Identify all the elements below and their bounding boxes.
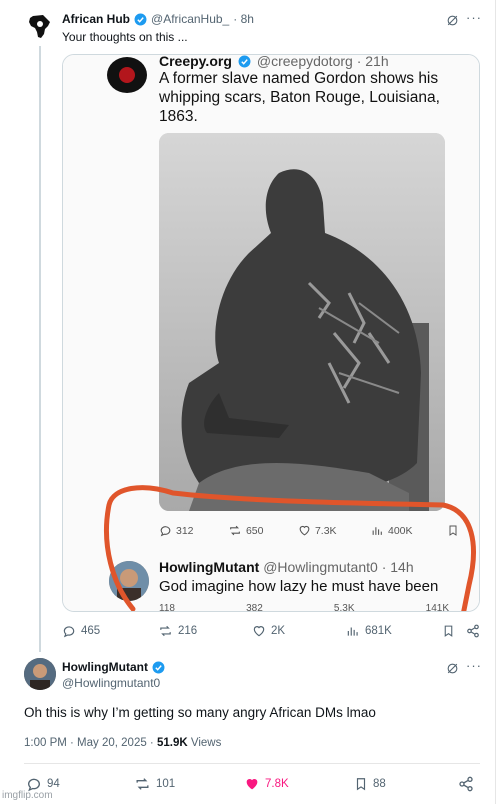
embedded-image[interactable]: Creepy.org @creepydotorg · 21h A former …	[62, 54, 480, 612]
reply-like-count: 5.3K	[333, 603, 355, 612]
quoted-views: 400K	[371, 524, 413, 537]
timestamp[interactable]: 1:00 PM · May 20, 2025 ·	[24, 737, 154, 749]
views-icon	[372, 527, 382, 535]
like-count: 7.8K	[265, 778, 289, 790]
share-button[interactable]	[466, 624, 480, 638]
quoted-header: Creepy.org @creepydotorg · 21h	[159, 54, 389, 69]
thread-connector	[39, 46, 41, 652]
reply-icon	[160, 526, 171, 537]
verified-badge-icon	[134, 13, 147, 25]
display-name[interactable]: HowlingMutant	[62, 660, 148, 674]
reply-count: 465	[81, 625, 101, 637]
share-icon	[467, 624, 479, 638]
bookmark-icon	[449, 525, 457, 536]
bookmark-icon	[356, 778, 366, 791]
repost-button[interactable]: 216	[158, 624, 197, 638]
like-button[interactable]: 2K	[252, 624, 285, 638]
repost-button[interactable]: 101	[134, 776, 175, 792]
watermark: imgflip.com	[2, 790, 53, 801]
africa-logo-icon	[29, 15, 50, 38]
bookmark-count: 88	[373, 778, 386, 790]
timestamp[interactable]: · 8h	[233, 12, 254, 26]
divider	[24, 763, 480, 764]
quoted-repost-count: 650	[245, 524, 264, 537]
handle[interactable]: @AfricanHub_	[151, 12, 229, 26]
quoted-repost: 650	[228, 524, 264, 537]
quoted-like-count: 7.3K	[314, 524, 337, 537]
views-count: 51.9K	[156, 737, 188, 749]
share-icon	[459, 776, 473, 792]
more-options-icon[interactable]: ···	[466, 658, 482, 673]
quoted-action-bar: 312 650 7.3K 400K	[159, 524, 459, 537]
repost-count: 101	[156, 778, 176, 790]
heart-icon	[299, 525, 310, 536]
repost-count: 216	[178, 625, 198, 637]
quoted-reply: 312	[159, 524, 194, 537]
quoted-avatar-mark	[119, 67, 135, 83]
bookmark-icon	[444, 625, 453, 637]
like-count: 2K	[271, 625, 286, 637]
bookmark-button[interactable]	[442, 624, 455, 638]
tweet-header: HowlingMutant	[62, 660, 165, 674]
reply-repost-count: 382	[246, 603, 263, 612]
reply-text: God imagine how lazy he must have been	[159, 578, 439, 595]
repost-icon	[160, 625, 171, 637]
reply-action-bar: 118 382 5.3K 141K	[159, 603, 449, 612]
views-count: 681K	[365, 625, 392, 637]
quoted-account-handle: @creepydotorg · 21h	[256, 54, 389, 69]
reply-reply-count: 118	[159, 603, 175, 612]
repost-icon	[136, 778, 149, 790]
verified-badge-icon	[238, 55, 251, 67]
grok-icon[interactable]	[446, 662, 459, 675]
share-button[interactable]	[458, 776, 474, 792]
views-icon	[347, 627, 358, 636]
tweet-header: African Hub @AfricanHub_ · 8h	[62, 12, 254, 26]
tweet-meta: 1:00 PM · May 20, 2025 · 51.9K Views	[24, 737, 221, 749]
views-button[interactable]: 681K	[346, 624, 392, 638]
reply-handle: @Howlingmutant0 · 14h	[263, 559, 414, 575]
reply-name: HowlingMutant	[159, 559, 260, 575]
reply-icon	[63, 626, 75, 638]
tweet-text: Oh this is why I’m getting so many angry…	[24, 705, 376, 720]
handle[interactable]: @Howlingmutant0	[62, 676, 160, 690]
quoted-bookmark	[447, 524, 459, 537]
views-label: Views	[190, 737, 222, 749]
more-options-icon[interactable]: ···	[466, 10, 482, 25]
avatar[interactable]	[24, 10, 56, 42]
reply-header: HowlingMutant @Howlingmutant0 · 14h	[159, 559, 414, 575]
historical-photo	[159, 133, 445, 511]
quoted-account-name: Creepy.org	[159, 54, 232, 69]
quoted-text: A former slave named Gordon shows his wh…	[159, 70, 440, 125]
bookmark-button[interactable]: 88	[354, 776, 386, 792]
verified-badge-icon	[152, 661, 165, 673]
reply-avatar	[109, 561, 149, 601]
quoted-views-count: 400K	[387, 524, 413, 537]
reply-views-count: 141K	[425, 603, 449, 612]
quoted-avatar	[107, 57, 147, 93]
display-name[interactable]: African Hub	[62, 12, 130, 26]
quoted-like: 7.3K	[298, 524, 337, 537]
reply-button[interactable]: 465	[62, 624, 100, 638]
repost-icon	[230, 525, 240, 536]
avatar[interactable]	[24, 658, 56, 690]
heart-icon	[253, 626, 265, 637]
quoted-reply-count: 312	[176, 524, 194, 537]
grok-icon[interactable]	[446, 14, 459, 27]
reply-count: 94	[47, 778, 60, 790]
tweet-text: Your thoughts on this ...	[62, 30, 188, 44]
heart-filled-icon	[246, 779, 258, 790]
like-button[interactable]: 7.8K	[244, 776, 289, 792]
